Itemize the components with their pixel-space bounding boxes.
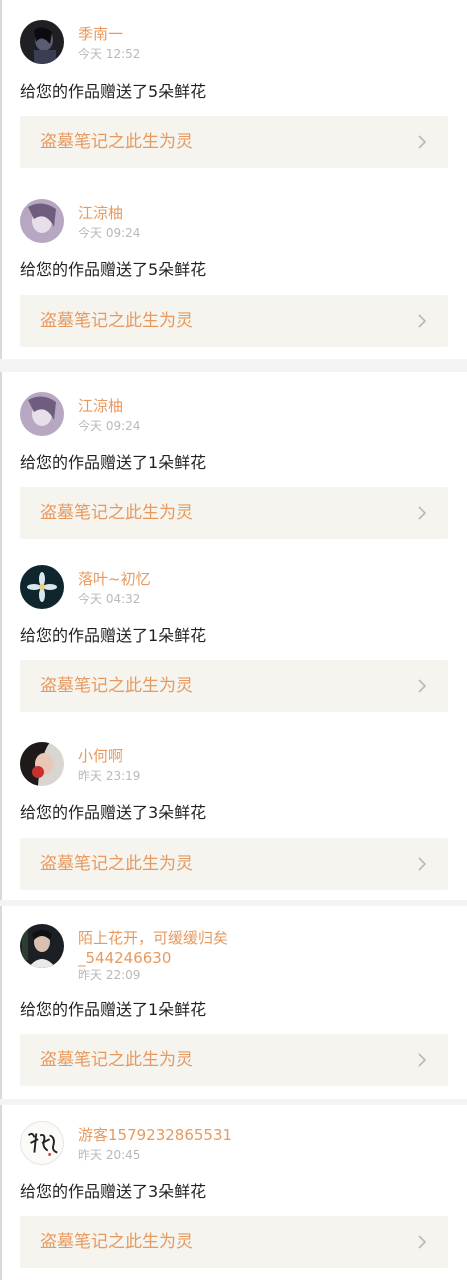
send-time: 昨天 20:45 [78, 1148, 141, 1162]
avatar[interactable] [20, 20, 64, 64]
avatar[interactable] [20, 565, 64, 609]
sender-name-line1: 陌上花开，可缓缓归矣 [78, 929, 229, 947]
sender-name[interactable]: 小何啊 [78, 746, 123, 766]
gift-message: 给您的作品赠送了1朵鲜花 [20, 453, 207, 472]
send-time: 今天 04:32 [78, 592, 141, 606]
left-edge [0, 0, 2, 1280]
avatar[interactable] [20, 392, 64, 436]
avatar[interactable] [20, 742, 64, 786]
sender-name[interactable]: 季南一 [78, 24, 123, 44]
sender-name[interactable]: 落叶~初忆 [78, 569, 151, 589]
sender-name[interactable]: 陌上花开，可缓缓归矣 _544246630 [78, 928, 228, 968]
work-card[interactable]: 盗墓笔记之此生为灵 [20, 116, 448, 168]
send-time: 昨天 23:19 [78, 769, 141, 783]
chevron-right-icon [418, 135, 427, 149]
avatar-image-icon [20, 20, 64, 64]
work-title: 盗墓笔记之此生为灵 [40, 503, 193, 523]
chevron-right-icon [418, 679, 427, 693]
section-divider [0, 359, 467, 372]
gift-message: 给您的作品赠送了3朵鲜花 [20, 803, 207, 822]
gift-message: 给您的作品赠送了3朵鲜花 [20, 1182, 207, 1201]
avatar[interactable] [20, 1121, 64, 1165]
work-title: 盗墓笔记之此生为灵 [40, 676, 193, 696]
work-card[interactable]: 盗墓笔记之此生为灵 [20, 1216, 448, 1268]
send-time: 今天 12:52 [78, 47, 141, 61]
avatar-image-icon [20, 199, 64, 243]
gift-message: 给您的作品赠送了5朵鲜花 [20, 82, 207, 101]
sender-name[interactable]: 江涼柚 [78, 396, 123, 416]
work-title: 盗墓笔记之此生为灵 [40, 1232, 193, 1252]
work-title: 盗墓笔记之此生为灵 [40, 132, 193, 152]
avatar-image-icon [20, 924, 64, 968]
work-card[interactable]: 盗墓笔记之此生为灵 [20, 660, 448, 712]
chevron-right-icon [418, 857, 427, 871]
sender-name[interactable]: 江涼柚 [78, 203, 123, 223]
avatar[interactable] [20, 924, 64, 968]
chevron-right-icon [418, 1235, 427, 1249]
work-title: 盗墓笔记之此生为灵 [40, 854, 193, 874]
avatar-image-icon [21, 1122, 63, 1164]
gift-message: 给您的作品赠送了1朵鲜花 [20, 1000, 207, 1019]
sender-name[interactable]: 游客1579232865531 [78, 1125, 232, 1145]
section-divider [0, 900, 467, 906]
avatar-image-icon [20, 392, 64, 436]
avatar-image-icon [20, 565, 64, 609]
gift-message: 给您的作品赠送了5朵鲜花 [20, 260, 207, 279]
send-time: 今天 09:24 [78, 226, 141, 240]
work-title: 盗墓笔记之此生为灵 [40, 311, 193, 331]
work-card[interactable]: 盗墓笔记之此生为灵 [20, 295, 448, 347]
avatar-image-icon [20, 742, 64, 786]
chevron-right-icon [418, 506, 427, 520]
sender-name-line2: _544246630 [78, 949, 172, 967]
work-card[interactable]: 盗墓笔记之此生为灵 [20, 838, 448, 890]
send-time: 今天 09:24 [78, 419, 141, 433]
work-title: 盗墓笔记之此生为灵 [40, 1050, 193, 1070]
avatar[interactable] [20, 199, 64, 243]
chevron-right-icon [418, 314, 427, 328]
chevron-right-icon [418, 1053, 427, 1067]
section-divider [0, 1099, 467, 1105]
send-time: 昨天 22:09 [78, 968, 141, 982]
gift-message: 给您的作品赠送了1朵鲜花 [20, 626, 207, 645]
work-card[interactable]: 盗墓笔记之此生为灵 [20, 487, 448, 539]
work-card[interactable]: 盗墓笔记之此生为灵 [20, 1034, 448, 1086]
